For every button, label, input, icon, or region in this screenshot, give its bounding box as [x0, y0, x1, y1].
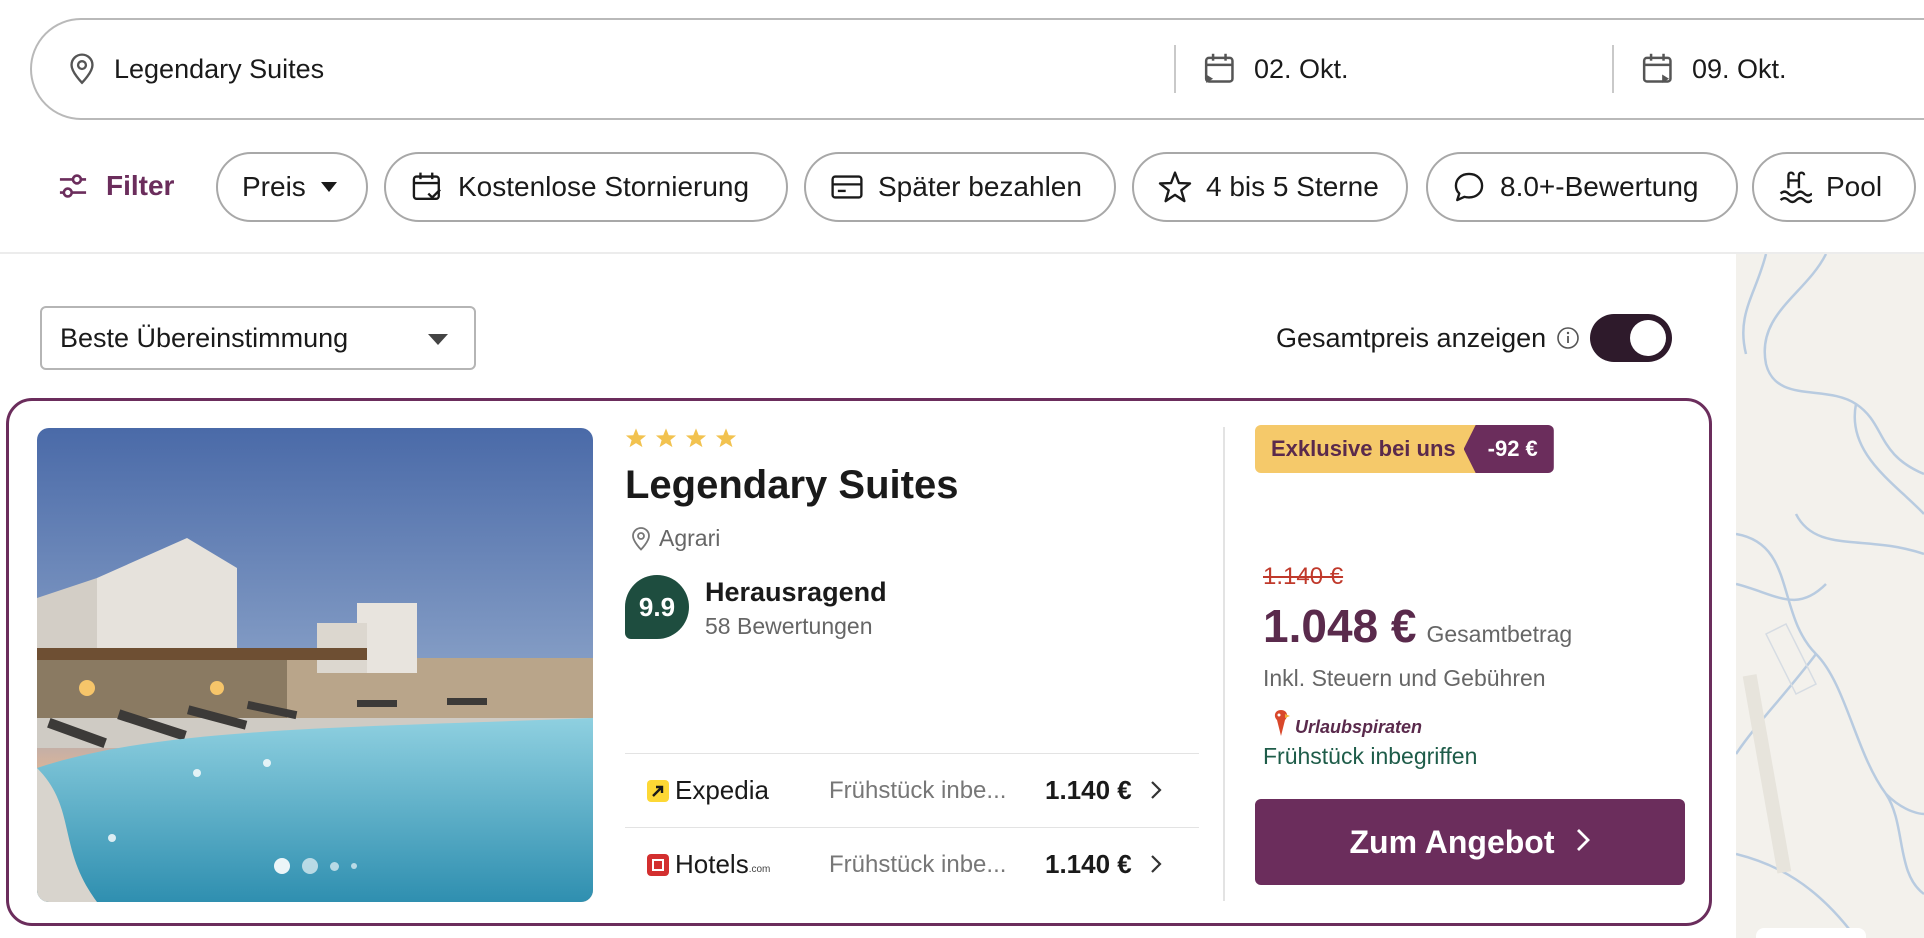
review-score-badge: 9.9: [625, 575, 689, 639]
star-icon: [1158, 170, 1192, 204]
calendar-icon: [1202, 51, 1238, 87]
hotel-photo[interactable]: [37, 428, 593, 902]
expedia-arrow-icon: [647, 779, 669, 802]
hotels-com-icon: [647, 853, 669, 876]
calendar-check-icon: [410, 170, 444, 204]
provider-desc: Frühstück inbe...: [829, 776, 1007, 804]
expedia-logo: Expedia: [647, 775, 769, 806]
chip-label: 4 bis 5 Sterne: [1206, 171, 1379, 202]
filter-button[interactable]: Filter: [56, 158, 174, 214]
filter-bar: Filter Preis Kostenlose Stornierung Spät…: [0, 150, 1924, 222]
provider-row-hotels[interactable]: Hotels .com Frühstück inbe... 1.140 €: [625, 827, 1199, 901]
star-icon: [625, 428, 647, 448]
hotel-name[interactable]: Legendary Suites: [625, 463, 958, 508]
total-price-label: Gesamtpreis anzeigen: [1276, 322, 1547, 353]
star-icon: [685, 428, 707, 448]
hotel-stars: [625, 427, 737, 449]
old-price: 1.140 €: [1263, 563, 1344, 590]
rating-count[interactable]: 58 Bewertungen: [705, 613, 873, 640]
chip-star-rating[interactable]: 4 bis 5 Sterne: [1132, 152, 1408, 222]
destination-field[interactable]: Legendary Suites: [66, 20, 324, 118]
search-divider: [1612, 45, 1614, 93]
filter-label: Filter: [106, 170, 175, 201]
chip-pool[interactable]: Pool: [1752, 152, 1916, 222]
sort-selected: Beste Übereinstimmung: [60, 322, 349, 353]
total-price-toggle[interactable]: [1590, 314, 1673, 362]
caret-down-icon: [320, 181, 338, 193]
provider-name: Expedia: [675, 775, 769, 805]
hotels-com-logo: Hotels .com: [647, 849, 770, 880]
card-divider: [1223, 427, 1225, 901]
price-block: 1.048 € Gesamtbetrag: [1263, 599, 1572, 653]
caret-down-icon: [428, 334, 448, 345]
map-roads: [1736, 254, 1924, 938]
exclusive-badge: Exklusive bei uns -92 €: [1255, 425, 1554, 473]
chip-label: Pool: [1826, 171, 1883, 202]
chevron-right-icon: [1149, 779, 1163, 806]
chevron-right-icon: [1149, 853, 1163, 880]
exclusive-label: Exklusive bei uns: [1255, 425, 1476, 473]
destination-value: Legendary Suites: [114, 53, 325, 84]
checkin-value: 02. Okt.: [1254, 53, 1349, 84]
chip-label: Später bezahlen: [878, 171, 1082, 202]
search-bar[interactable]: Legendary Suites 02. Okt. 09. Okt.: [30, 18, 1924, 120]
view-deal-button[interactable]: Zum Angebot: [1255, 799, 1685, 885]
provider-row-expedia[interactable]: Expedia Frühstück inbe... 1.140 €: [625, 753, 1199, 827]
provider-desc: Frühstück inbe...: [829, 850, 1007, 878]
partner-logo: Urlaubspiraten: [1271, 707, 1422, 738]
location-label: Agrari: [659, 525, 721, 551]
hotel-photo-image: [37, 428, 593, 902]
header-divider: [0, 252, 1924, 254]
map-panel[interactable]: [1736, 254, 1924, 938]
location-pin-icon: [66, 52, 98, 86]
parrot-icon: [1274, 709, 1290, 736]
pagination-dot[interactable]: [273, 858, 290, 874]
location-pin-icon: [629, 526, 653, 552]
provider-list: Expedia Frühstück inbe... 1.140 € Hotels…: [625, 753, 1199, 901]
photo-pagination[interactable]: [37, 858, 593, 874]
sort-dropdown[interactable]: Beste Übereinstimmung: [40, 306, 476, 370]
sliders-icon: [56, 169, 90, 203]
chip-label: 8.0+-Bewertung: [1500, 171, 1699, 202]
partner-name: Urlaubspiraten: [1295, 717, 1423, 737]
speech-bubble-icon: [1452, 170, 1486, 204]
pagination-dot[interactable]: [301, 858, 318, 874]
price-label: Gesamtbetrag: [1426, 621, 1573, 647]
rating-label: Herausragend: [705, 577, 887, 607]
pool-icon: [1778, 170, 1812, 204]
chip-label: Preis: [242, 171, 306, 202]
calendar-icon: [1640, 51, 1676, 87]
credit-card-icon: [830, 172, 864, 202]
breakfast-included: Frühstück inbegriffen: [1263, 743, 1478, 769]
chevron-right-icon: [1575, 824, 1591, 861]
checkin-field[interactable]: 02. Okt.: [1202, 20, 1349, 118]
toggle-knob: [1630, 320, 1667, 356]
chip-free-cancellation[interactable]: Kostenlose Stornierung: [384, 152, 788, 222]
pagination-dot[interactable]: [350, 863, 357, 869]
hotel-location: Agrari: [629, 525, 720, 552]
provider-price: 1.140 €: [1045, 775, 1132, 805]
hotel-card[interactable]: Legendary Suites Agrari 9.9 Herausragend…: [6, 398, 1712, 926]
provider-name-suffix: .com: [748, 864, 771, 875]
chip-review-score[interactable]: 8.0+-Bewertung: [1426, 152, 1738, 222]
cta-label: Zum Angebot: [1349, 823, 1555, 860]
provider-price: 1.140 €: [1045, 849, 1132, 879]
chip-pay-later[interactable]: Später bezahlen: [804, 152, 1116, 222]
checkout-value: 09. Okt.: [1692, 53, 1787, 84]
checkout-field[interactable]: 09. Okt.: [1640, 20, 1787, 118]
taxes-note: Inkl. Steuern und Gebühren: [1263, 665, 1546, 691]
current-price: 1.048 €: [1263, 600, 1417, 652]
provider-name: Hotels: [675, 849, 749, 879]
total-price-toggle-row: Gesamtpreis anzeigen: [1276, 314, 1673, 362]
pagination-dot[interactable]: [329, 861, 339, 871]
search-divider: [1174, 45, 1176, 93]
chip-label: Kostenlose Stornierung: [458, 171, 750, 202]
info-icon[interactable]: [1556, 326, 1580, 350]
discount-label: -92 €: [1463, 425, 1554, 473]
chip-price[interactable]: Preis: [216, 152, 368, 222]
star-icon: [655, 428, 677, 448]
star-icon: [715, 428, 737, 448]
